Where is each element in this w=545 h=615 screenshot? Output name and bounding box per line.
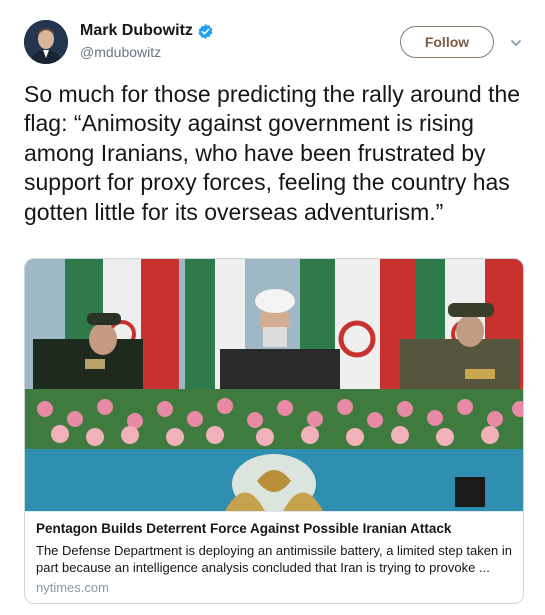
card-description: The Defense Department is deploying an a…: [36, 543, 512, 575]
tweet-header: Mark Dubowitz @mdubowitz Follow: [24, 20, 529, 70]
chevron-down-icon[interactable]: [510, 36, 522, 48]
link-card[interactable]: Pentagon Builds Deterrent Force Against …: [24, 258, 524, 604]
card-title[interactable]: Pentagon Builds Deterrent Force Against …: [36, 520, 512, 538]
avatar[interactable]: [24, 20, 68, 64]
handle[interactable]: @mdubowitz: [80, 44, 161, 60]
card-domain: nytimes.com: [36, 580, 109, 595]
display-name[interactable]: Mark Dubowitz: [80, 22, 193, 40]
name-row: Mark Dubowitz: [80, 22, 214, 40]
card-image[interactable]: [25, 259, 523, 511]
verified-badge-icon: [197, 23, 214, 40]
card-body[interactable]: Pentagon Builds Deterrent Force Against …: [25, 511, 523, 603]
follow-button[interactable]: Follow: [400, 26, 494, 58]
tweet-text: So much for those predicting the rally a…: [24, 81, 521, 225]
